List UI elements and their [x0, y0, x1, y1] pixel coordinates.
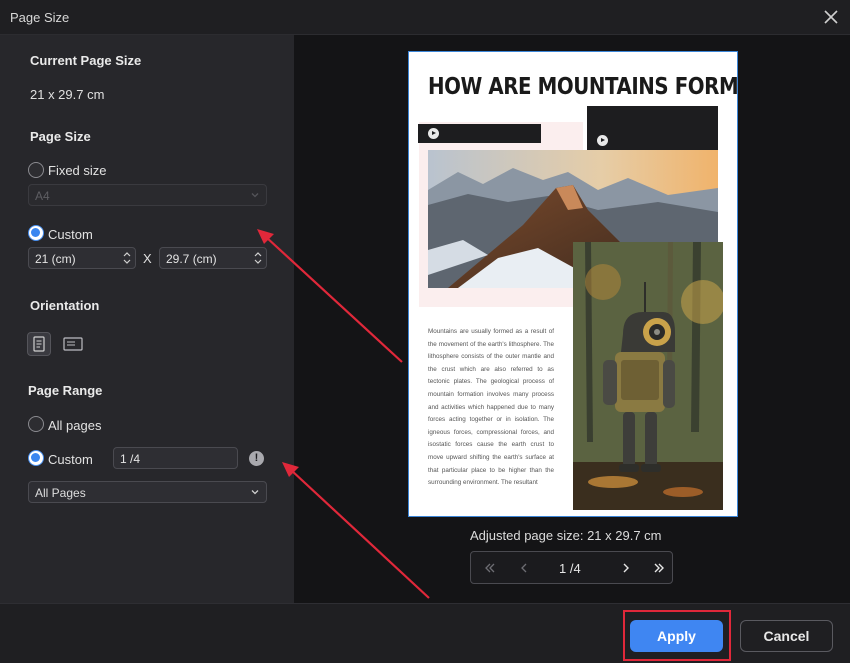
- title-bar: Page Size: [0, 0, 850, 35]
- page-navigator: 1 /4: [470, 551, 673, 584]
- preview-headline: HOW ARE MOUNTAINS FORMED?: [428, 74, 738, 100]
- dialog-title: Page Size: [10, 10, 70, 25]
- size-separator: X: [143, 251, 152, 266]
- adjusted-page-size: Adjusted page size: 21 x 29.7 cm: [470, 528, 662, 543]
- custom-range-label: Custom: [48, 452, 93, 467]
- portrait-button[interactable]: [27, 332, 51, 356]
- spinner-arrows-icon[interactable]: [123, 250, 131, 266]
- spinner-arrows-icon[interactable]: [254, 250, 262, 266]
- robot-image: [573, 242, 723, 510]
- current-page-size-value: 21 x 29.7 cm: [30, 87, 105, 102]
- page-range-input[interactable]: 1 /4: [113, 447, 238, 469]
- custom-size-radio[interactable]: [28, 225, 44, 241]
- page-range-heading: Page Range: [28, 383, 103, 398]
- video-box: [587, 106, 718, 150]
- previous-page-icon[interactable]: [518, 562, 530, 574]
- landscape-icon: [63, 337, 83, 351]
- width-value: 21 (cm): [35, 252, 76, 266]
- landscape-button[interactable]: [61, 332, 85, 356]
- page-preview: HOW ARE MOUNTAINS FORMED?: [408, 51, 738, 517]
- page-subset-value: All Pages: [35, 486, 86, 500]
- close-icon[interactable]: [822, 8, 840, 26]
- height-value: 29.7 (cm): [166, 252, 217, 266]
- current-page-size-heading: Current Page Size: [30, 53, 142, 68]
- custom-range-radio[interactable]: [28, 450, 44, 466]
- total-pages: /4: [569, 561, 581, 576]
- height-input[interactable]: 29.7 (cm): [159, 247, 267, 269]
- custom-size-label: Custom: [48, 227, 93, 242]
- orientation-heading: Orientation: [30, 298, 100, 313]
- portrait-icon: [33, 336, 45, 352]
- info-icon[interactable]: !: [249, 451, 264, 466]
- fixed-size-radio[interactable]: [28, 162, 44, 178]
- page-indicator: 1 /4: [559, 561, 581, 576]
- apply-highlight-box: [623, 610, 731, 661]
- play-icon: [428, 128, 439, 139]
- chevron-down-icon: [251, 490, 259, 495]
- play-icon: [597, 135, 608, 146]
- fixed-size-label: Fixed size: [48, 163, 107, 178]
- all-pages-radio[interactable]: [28, 416, 44, 432]
- settings-panel: [0, 35, 294, 603]
- page-range-value: 1 /4: [120, 452, 141, 466]
- chevron-down-icon: [251, 193, 259, 198]
- next-page-icon[interactable]: [620, 562, 632, 574]
- last-page-icon[interactable]: [653, 562, 665, 574]
- preview-body-text: Mountains are usually formed as a result…: [428, 328, 554, 487]
- video-bar: [418, 124, 541, 143]
- first-page-icon[interactable]: [484, 562, 496, 574]
- all-pages-label: All pages: [48, 418, 102, 433]
- page-subset-select[interactable]: All Pages: [28, 481, 267, 503]
- width-input[interactable]: 21 (cm): [28, 247, 136, 269]
- current-page: 1: [559, 561, 567, 576]
- fixed-size-select-value: A4: [35, 189, 50, 203]
- page-size-heading: Page Size: [30, 129, 91, 144]
- fixed-size-select: A4: [28, 184, 267, 206]
- cancel-button[interactable]: Cancel: [740, 620, 833, 652]
